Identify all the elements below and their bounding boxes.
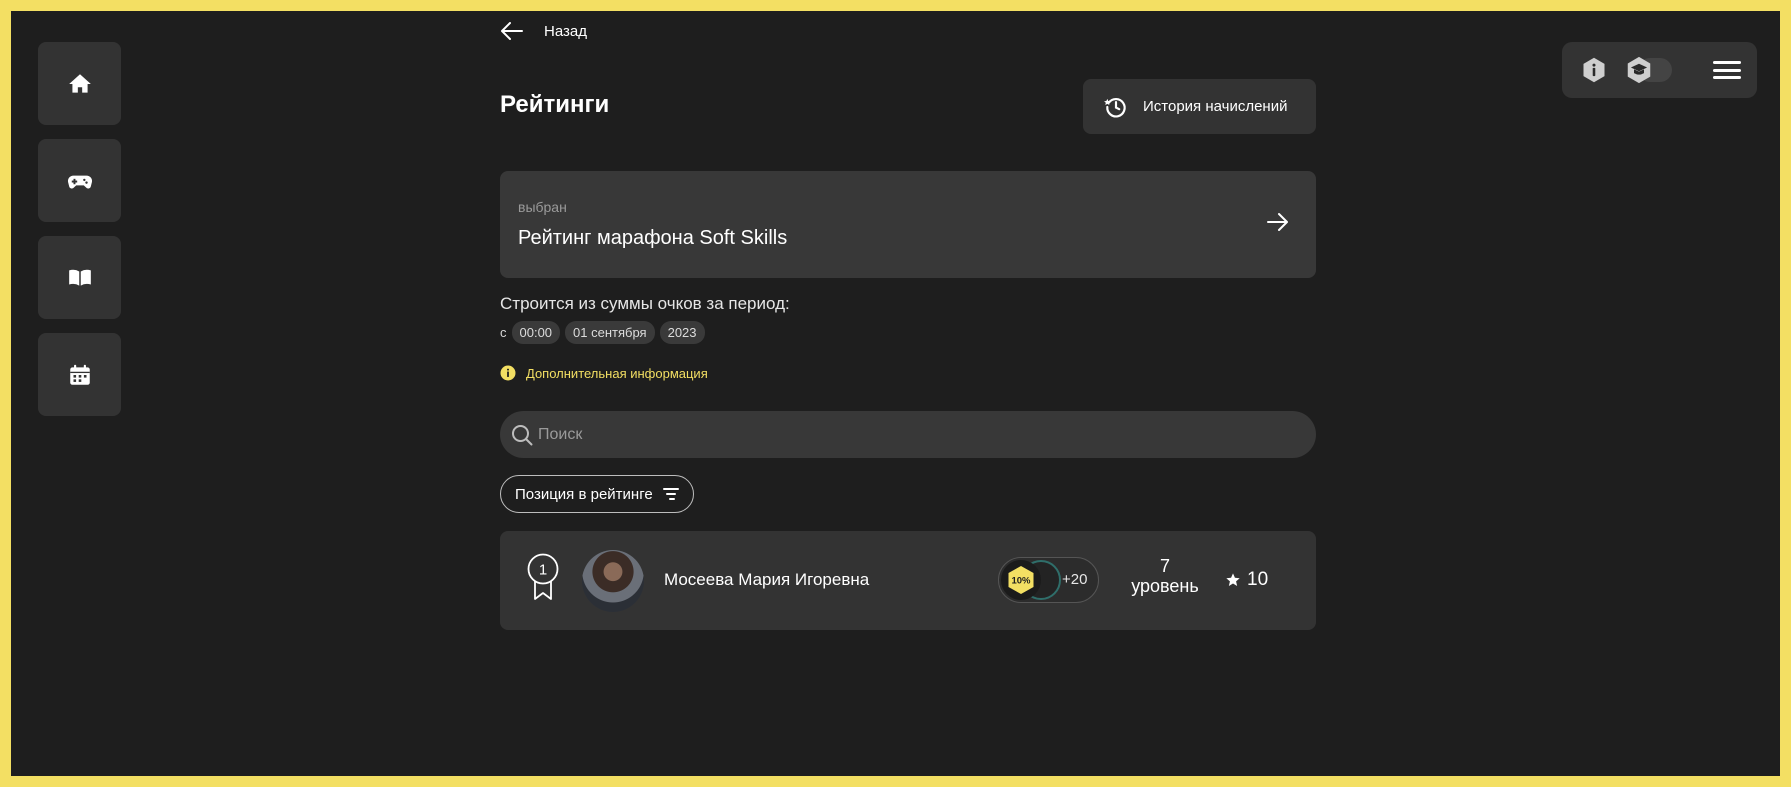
search-input[interactable]: [538, 425, 1298, 444]
sidebar: [38, 42, 121, 430]
education-mode-toggle[interactable]: [1624, 55, 1674, 85]
avatar: [582, 550, 644, 612]
info-circle-icon: [500, 365, 516, 381]
star-icon: [1226, 573, 1240, 586]
sidebar-item-library[interactable]: [38, 236, 121, 319]
sidebar-item-calendar[interactable]: [38, 333, 121, 416]
sidebar-item-games[interactable]: [38, 139, 121, 222]
sort-icon: [662, 488, 679, 500]
selected-rating-name: Рейтинг марафона Soft Skills: [518, 227, 788, 249]
badge-primary: 10%: [1001, 560, 1041, 600]
back-label: Назад: [544, 22, 587, 40]
search-icon: [512, 424, 533, 445]
selected-rating-card[interactable]: выбран Рейтинг марафона Soft Skills: [500, 171, 1316, 278]
history-button[interactable]: История начислений: [1083, 79, 1316, 134]
info-icon: [1583, 57, 1605, 83]
score-value: 10: [1247, 569, 1269, 590]
menu-icon-line: [1713, 68, 1741, 72]
sidebar-item-home[interactable]: [38, 42, 121, 125]
menu-icon-line: [1713, 76, 1741, 79]
position-medal: 1: [526, 553, 560, 608]
top-toolbar: [1562, 42, 1757, 98]
history-button-label: История начислений: [1143, 98, 1288, 115]
score-block: 10: [1225, 569, 1268, 591]
achievements-badges[interactable]: 10% +20: [998, 557, 1099, 603]
calendar-icon: [69, 364, 90, 385]
sort-label: Позиция в рейтинге: [515, 485, 653, 503]
back-link[interactable]: Назад: [500, 21, 587, 41]
level-label: уровень: [1131, 576, 1199, 596]
period-title: Строится из суммы очков за период:: [500, 294, 790, 313]
graduation-cap-icon: [1627, 56, 1651, 84]
badge-label: 10%: [1011, 576, 1031, 587]
period-year-chip: 2023: [659, 321, 705, 344]
sort-button[interactable]: Позиция в рейтинге: [500, 475, 694, 513]
level-block: 7 уровень: [1120, 556, 1210, 596]
additional-info-link[interactable]: Дополнительная информация: [500, 365, 708, 381]
arrow-right-icon: [1267, 213, 1288, 231]
position-number: 1: [539, 562, 547, 579]
level-value: 7: [1159, 556, 1170, 576]
gamepad-icon: [67, 175, 92, 189]
info-button[interactable]: [1578, 54, 1610, 86]
hexagon-badge-icon: 10%: [1008, 566, 1034, 594]
app-frame: Назад Рейтинги История начислений выбран…: [11, 11, 1780, 776]
history-icon: [1104, 97, 1126, 118]
period-date-chip: 01 сентября: [565, 321, 655, 344]
period-time-chip: 00:00: [511, 321, 561, 344]
badges-more-count: +20: [1062, 571, 1088, 588]
ranking-row[interactable]: 1 Мосеева Мария Игоревна 10% +20 7 урове…: [500, 531, 1316, 630]
user-name: Мосеева Мария Игоревна: [664, 570, 870, 589]
medal-icon: 1: [527, 553, 559, 600]
selected-label: выбран: [518, 199, 567, 215]
home-icon: [68, 73, 91, 93]
period-prefix: с: [500, 325, 507, 340]
additional-info-label: Дополнительная информация: [526, 365, 708, 381]
page-title: Рейтинги: [500, 91, 610, 118]
menu-icon: [1713, 61, 1741, 64]
menu-button[interactable]: [1713, 58, 1741, 82]
book-icon: [68, 269, 91, 286]
period-row: с 00:00 01 сентября 2023: [500, 321, 705, 344]
search-bar: [500, 411, 1316, 458]
arrow-left-icon: [501, 22, 523, 40]
